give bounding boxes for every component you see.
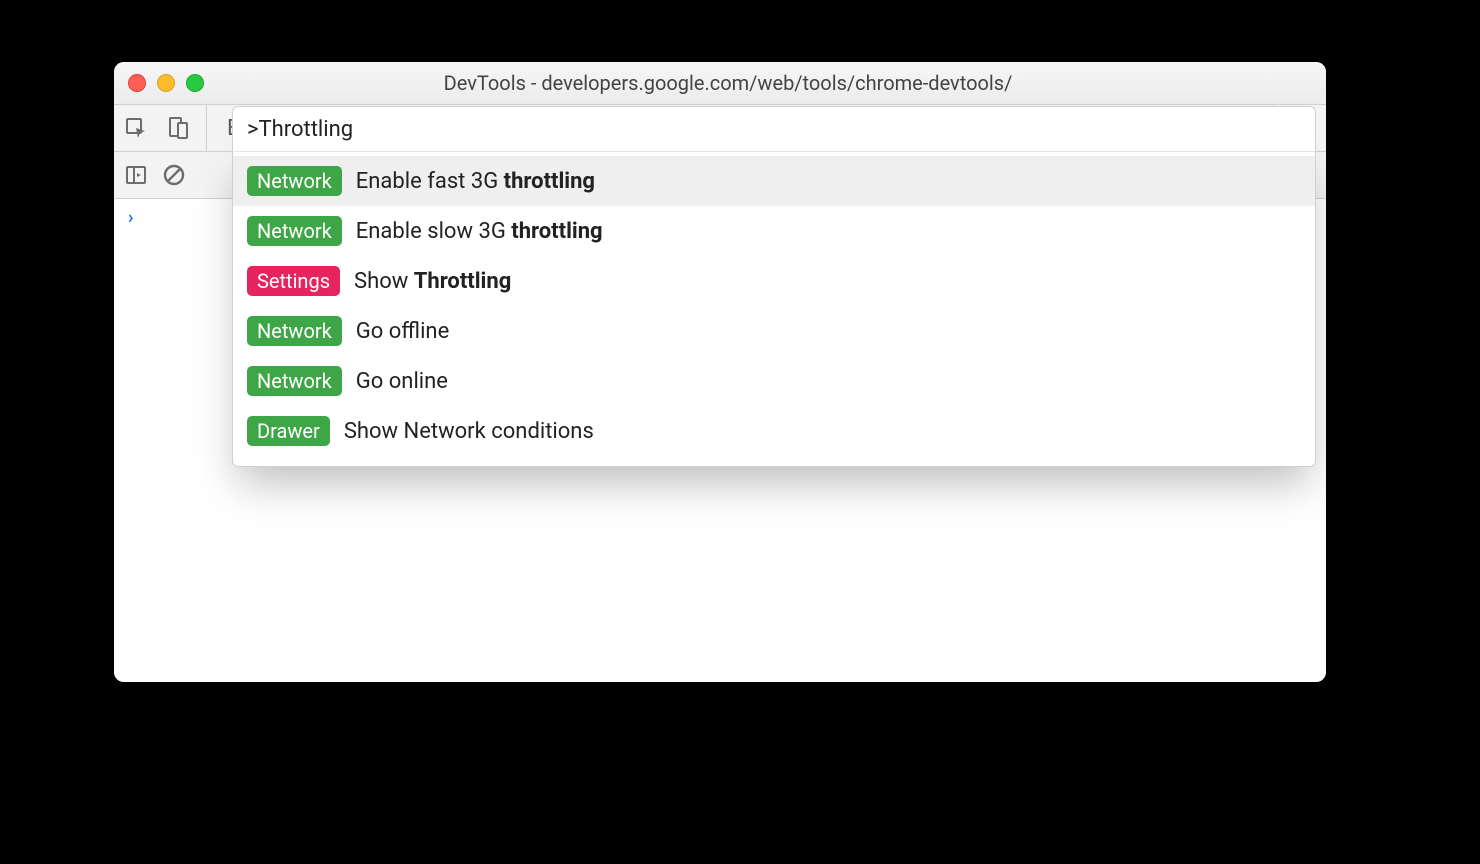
console-sidebar-toggle-icon[interactable] [124,163,148,187]
command-menu-badge: Settings [247,266,340,296]
command-menu-item-label: Go online [356,369,448,394]
devtools-window: DevTools - developers.google.com/web/too… [114,62,1326,682]
command-menu-results: Network Enable fast 3G throttling Network E… [233,150,1315,466]
command-menu-item-label: Enable slow 3G throttling [356,219,603,244]
window-title: DevTools - developers.google.com/web/too… [144,71,1312,95]
inspect-element-icon[interactable] [124,116,148,140]
console-prompt-caret-icon: › [128,207,133,228]
command-menu-item[interactable]: Settings Show Throttling [233,256,1315,306]
command-menu-badge: Network [247,216,342,246]
command-menu-query: >Throttling [247,117,353,142]
command-menu-dropdown: Network Enable fast 3G throttling Network E… [232,150,1316,467]
command-menu-item[interactable]: Network Go offline [233,306,1315,356]
command-menu-item-label: Show Network conditions [344,419,594,444]
window-titlebar: DevTools - developers.google.com/web/too… [114,62,1326,105]
command-menu-item[interactable]: Network Enable fast 3G throttling [233,156,1315,206]
tabstrip-leading-tools [124,105,207,151]
command-menu-badge: Network [247,366,342,396]
command-menu-item-label: Go offline [356,319,449,344]
command-menu-badge: Network [247,166,342,196]
command-menu-badge: Drawer [247,416,330,446]
command-menu-badge: Network [247,316,342,346]
clear-console-icon[interactable] [162,163,186,187]
command-menu-input[interactable]: >Throttling [232,106,1316,152]
command-menu-item[interactable]: Network Go online [233,356,1315,406]
device-toolbar-icon[interactable] [166,116,190,140]
command-menu-item-label: Enable fast 3G throttling [356,169,595,194]
command-menu-item[interactable]: Network Enable slow 3G throttling [233,206,1315,256]
command-menu-item[interactable]: Drawer Show Network conditions [233,406,1315,456]
command-menu-item-label: Show Throttling [354,269,511,294]
